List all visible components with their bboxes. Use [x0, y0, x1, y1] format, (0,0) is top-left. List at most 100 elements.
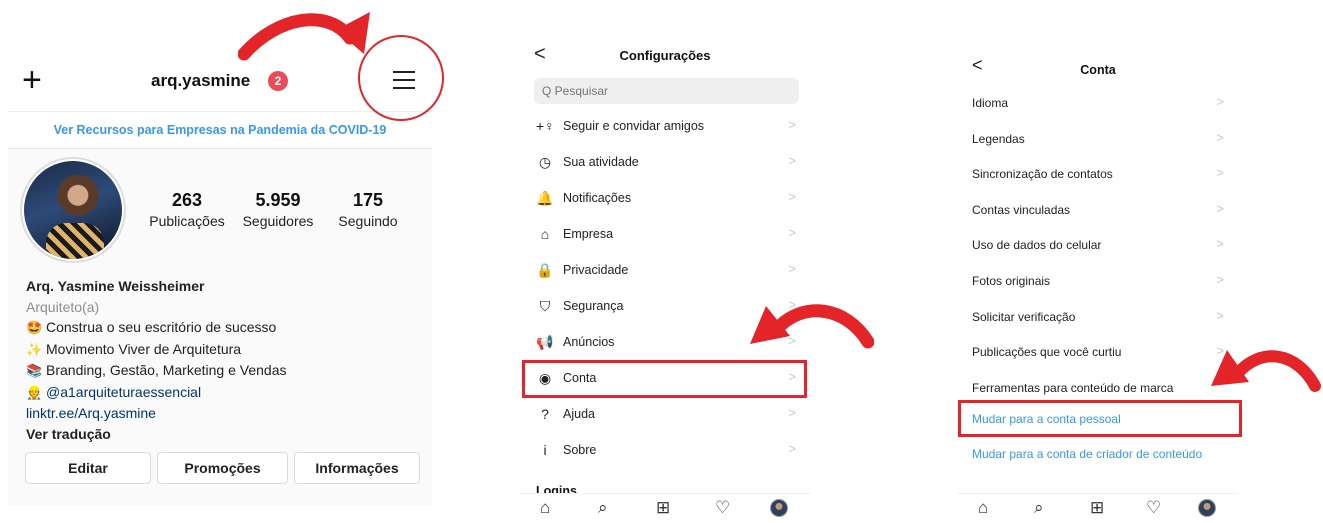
posts-count: 263	[171, 190, 203, 210]
account-item-label: Fotos originais	[972, 274, 1051, 288]
account-title: Conta	[1080, 63, 1116, 77]
account-item-label: Solicitar verificação	[972, 309, 1076, 324]
settings-item-label: Anúncios	[563, 335, 615, 349]
profile-bio: Arq. Yasmine Weissheimer Arquiteto(a) 🤩 C…	[26, 276, 286, 444]
profile-username[interactable]: arq.yasmine	[151, 71, 250, 91]
chevron-right-icon: >	[788, 441, 796, 456]
chevron-right-icon: >	[788, 225, 796, 240]
posts-stat[interactable]: 263 Publicações	[146, 190, 228, 229]
chevron-right-icon: >	[1216, 307, 1224, 323]
add-icon[interactable]: ⊞	[1090, 498, 1104, 518]
edit-profile-button[interactable]: Editar	[25, 452, 151, 484]
home-icon[interactable]: ⌂	[540, 498, 550, 518]
account-item-fotos-originais[interactable]: Fotos originais >	[958, 263, 1238, 298]
bio-line: 🤩 Construa o seu escritório de sucesso	[26, 317, 286, 339]
profile-category: Arquiteto(a)	[26, 298, 100, 315]
settings-item-notifica-es[interactable]: 🔔 Notificações >	[520, 180, 810, 216]
add-person-icon: +♀	[536, 118, 555, 134]
covid-resources-link[interactable]: Ver Recursos para Empresas na Pandemia d…	[8, 111, 432, 149]
account-item-label: Contas vinculadas	[972, 202, 1071, 217]
following-label: Seguindo	[338, 213, 398, 229]
chevron-right-icon: >	[1216, 200, 1224, 216]
see-translation-link[interactable]: Ver tradução	[26, 424, 286, 445]
profile-screen: + arq.yasmine 2 Ver Recursos para Empres…	[8, 55, 432, 505]
settings-item-label: Seguir e convidar amigos	[563, 119, 705, 133]
followers-count: 5.959	[255, 190, 301, 210]
account-item-label: Idioma	[972, 96, 1009, 110]
settings-item-label: Privacidade	[563, 263, 629, 277]
chevron-right-icon: >	[788, 189, 796, 204]
search-icon[interactable]: ⌕	[1034, 498, 1044, 518]
profile-avatar[interactable]	[770, 499, 788, 517]
account-item-legendas[interactable]: Legendas >	[958, 121, 1238, 156]
books-emoji-icon: 📚	[26, 363, 43, 378]
chevron-right-icon: >	[1216, 94, 1224, 109]
settings-search-input[interactable]	[534, 78, 799, 104]
mention-link[interactable]: @a1arquiteturaessencial	[46, 384, 201, 400]
worker-emoji-icon: 👷	[26, 384, 43, 400]
store-icon: ⌂	[540, 226, 550, 242]
switch-to-creator-account[interactable]: Mudar para a conta de criador de conteúd…	[958, 436, 1238, 471]
megaphone-icon: 📢	[536, 334, 554, 350]
following-count: 175	[352, 190, 384, 210]
account-item-sincronizacao-de-contatos[interactable]: Sincronização de contatos >	[958, 156, 1238, 191]
settings-item-sobre[interactable]: i Sobre >	[520, 432, 810, 468]
insights-button[interactable]: Informações	[294, 452, 420, 484]
settings-item-empresa[interactable]: ⌂ Empresa >	[520, 216, 810, 252]
settings-item-sua-atividade[interactable]: ◷ Sua atividade >	[520, 144, 810, 180]
heart-icon[interactable]: ♡	[715, 498, 730, 518]
bio-website-link[interactable]: linktr.ee/Arq.yasmine	[26, 403, 286, 424]
account-item-solicitar-verificacao[interactable]: Solicitar verificação >	[958, 299, 1238, 334]
new-post-plus-icon[interactable]: +	[22, 63, 42, 97]
settings-item-label: Sua atividade	[563, 155, 639, 169]
annotation-arrow-2	[750, 304, 874, 349]
activity-icon: ◷	[538, 154, 552, 170]
settings-item-ajuda[interactable]: ? Ajuda >	[520, 396, 810, 432]
chevron-right-icon: >	[788, 405, 796, 420]
chevron-right-icon: >	[788, 261, 796, 276]
bell-icon: 🔔	[536, 190, 554, 206]
bio-line: 📚 Branding, Gestão, Marketing e Vendas	[26, 360, 286, 382]
profile-name: Arq. Yasmine Weissheimer	[26, 278, 205, 294]
notification-badge: 2	[268, 71, 288, 91]
help-icon: ?	[541, 406, 549, 422]
chevron-right-icon: >	[1216, 272, 1224, 287]
annotation-arrow-1	[238, 12, 370, 61]
account-item-publicacoes-que-voce-curtiu[interactable]: Publicações que você curtiu >	[958, 334, 1238, 369]
avatar[interactable]	[24, 161, 122, 259]
add-icon[interactable]: ⊞	[656, 498, 670, 518]
shield-icon: ⛉	[539, 298, 551, 314]
account-item-label: Sincronização de contatos	[972, 167, 1113, 182]
star-struck-emoji-icon: 🤩	[26, 320, 43, 335]
following-stat[interactable]: 175 Seguindo	[328, 190, 408, 229]
search-icon[interactable]: ⌕	[598, 498, 608, 518]
info-icon: i	[543, 442, 547, 458]
account-item-label: Uso de dados do celular	[972, 238, 1102, 253]
bottom-tab-bar: ⌂ ⌕ ⊞ ♡	[958, 493, 1238, 523]
chevron-right-icon: >	[1216, 165, 1224, 181]
followers-stat[interactable]: 5.959 Seguidores	[232, 190, 324, 229]
chevron-right-icon: >	[1216, 236, 1224, 252]
settings-item-privacidade[interactable]: 🔒 Privacidade >	[520, 252, 810, 288]
highlight-conta-box	[522, 360, 807, 398]
sparkles-emoji-icon: ✨	[26, 341, 43, 357]
settings-item-seguir-e-convidar-amigos[interactable]: +♀ Seguir e convidar amigos >	[520, 108, 810, 144]
account-item-label: Ferramentas para conteúdo de marca	[972, 380, 1174, 395]
account-item-idioma[interactable]: Idioma >	[958, 85, 1238, 120]
heart-icon[interactable]: ♡	[1146, 498, 1161, 518]
promotions-button[interactable]: Promoções	[157, 452, 288, 484]
home-icon[interactable]: ⌂	[978, 498, 988, 518]
chevron-right-icon: >	[788, 117, 796, 132]
lock-icon: 🔒	[536, 262, 554, 278]
highlight-switch-personal-box	[958, 400, 1242, 437]
annotation-arrow-3	[1211, 350, 1321, 392]
profile-avatar[interactable]	[1198, 499, 1216, 517]
account-item-label: Legendas	[972, 131, 1025, 146]
account-screen: < Conta Idioma > Legendas > Sincronização de…	[958, 52, 1238, 523]
settings-item-label: Notificações	[563, 191, 632, 205]
account-item-label: Publicações que você curtiu	[972, 345, 1122, 360]
account-item-contas-vinculadas[interactable]: Contas vinculadas >	[958, 192, 1238, 227]
bio-line: 👷 @a1arquiteturaessencial	[26, 382, 286, 404]
chevron-right-icon: >	[1216, 129, 1224, 145]
account-item-uso-de-dados-do-celular[interactable]: Uso de dados do celular >	[958, 227, 1238, 262]
